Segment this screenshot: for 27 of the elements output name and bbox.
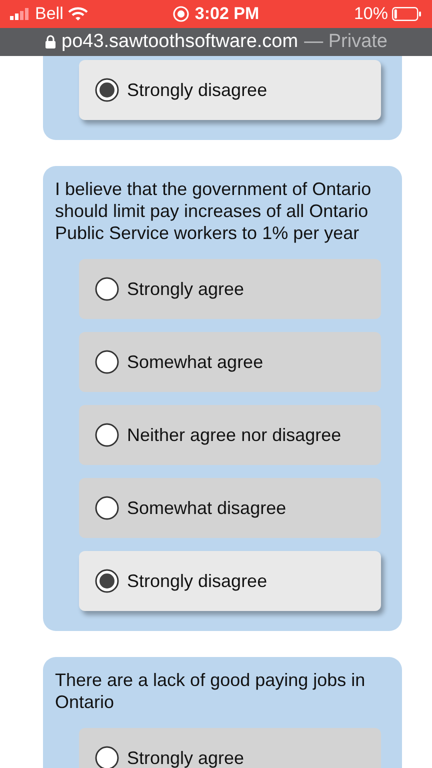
lock-icon <box>44 35 56 49</box>
radio-button[interactable] <box>95 78 119 102</box>
wifi-icon <box>68 7 88 21</box>
question-text: I believe that the government of Ontario should limit pay increases of all Ontario Public Service workers to 1% per year <box>55 178 372 244</box>
radio-button[interactable] <box>95 277 119 301</box>
signal-icon <box>10 8 30 20</box>
carrier-name: Bell <box>35 4 64 24</box>
answer-option[interactable]: Strongly disagree <box>79 60 381 120</box>
radio-button[interactable] <box>95 350 119 374</box>
answer-option[interactable]: Neither agree nor disagree <box>79 405 381 465</box>
url-text: po43.sawtoothsoftware.com <box>62 31 298 53</box>
radio-button[interactable] <box>95 746 119 768</box>
radio-button[interactable] <box>95 496 119 520</box>
question-text: There are a lack of good paying jobs in Ontario <box>55 669 366 713</box>
answer-option[interactable]: Strongly disagree <box>79 551 381 611</box>
battery-icon <box>392 7 422 21</box>
answer-option[interactable]: Strongly agree <box>79 728 381 768</box>
address-bar[interactable]: po43.sawtoothsoftware.com — Private <box>0 28 432 56</box>
answer-option[interactable]: Strongly agree <box>79 259 381 319</box>
radio-button[interactable] <box>95 423 119 447</box>
answer-option[interactable]: Somewhat disagree <box>79 478 381 538</box>
record-icon <box>172 6 189 22</box>
private-label: — Private <box>304 31 388 53</box>
clock: 3:02 PM <box>194 4 260 24</box>
answer-option[interactable]: Somewhat agree <box>79 332 381 392</box>
radio-button[interactable] <box>95 569 119 593</box>
battery-percent: 10% <box>354 4 388 24</box>
